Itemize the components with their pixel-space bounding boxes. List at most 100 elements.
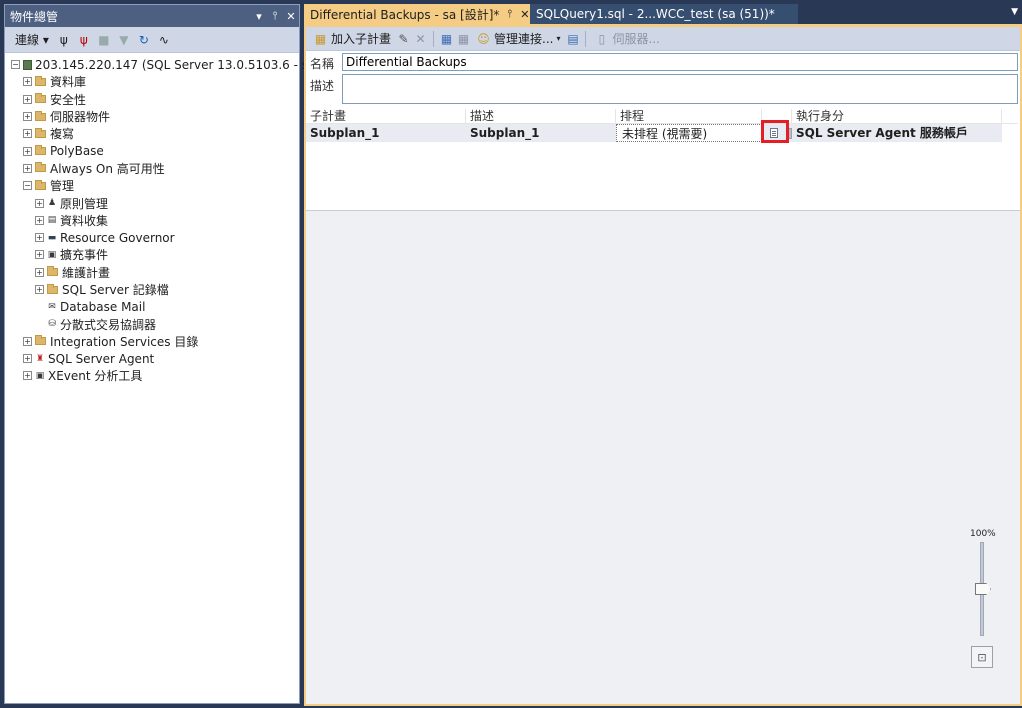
- add-subplan-icon: ▦: [314, 31, 327, 46]
- tab-label: SQLQuery1.sql - 2...WCC_test (sa (51))*: [536, 7, 775, 21]
- expand-icon[interactable]: +: [23, 354, 32, 364]
- delete-icon[interactable]: ✕: [413, 31, 428, 46]
- refresh-icon[interactable]: ↻: [137, 33, 151, 47]
- auto-hide-pin-icon[interactable]: ⫯: [267, 9, 283, 23]
- plan-name-input[interactable]: [342, 53, 1018, 71]
- zoom-slider-thumb[interactable]: [975, 583, 991, 595]
- expand-icon[interactable]: +: [35, 250, 44, 260]
- plan-description-input[interactable]: [342, 74, 1018, 104]
- tree-node[interactable]: + 複寫: [5, 125, 299, 142]
- subplan-properties-icon[interactable]: ✎: [396, 31, 411, 46]
- column-header-description[interactable]: 描述: [466, 109, 616, 123]
- tree-node[interactable]: + 資料庫: [5, 73, 299, 90]
- tree-node-label: 分散式交易協調器: [60, 317, 157, 332]
- tree-node-label: 原則管理: [60, 196, 109, 211]
- reporting-logging-icon[interactable]: ▤: [565, 31, 580, 46]
- tree-node-label: 管理: [50, 179, 75, 194]
- tree-node-label: 複寫: [50, 127, 75, 142]
- column-header-schedule[interactable]: 排程: [616, 109, 762, 123]
- expand-icon[interactable]: +: [23, 94, 32, 104]
- tree-node[interactable]: + 伺服器物件: [5, 108, 299, 125]
- pin-icon[interactable]: ⫯: [507, 7, 512, 21]
- tree-node[interactable]: ✉ Database Mail: [5, 298, 299, 315]
- expand-icon[interactable]: +: [23, 129, 32, 139]
- tree-node-label: 伺服器物件: [50, 110, 111, 125]
- document-tab-strip: Differential Backups - sa [設計]* ⫯ ✕ SQLQ…: [304, 4, 1022, 24]
- tree-node-label: 資料收集: [60, 213, 109, 228]
- expand-icon[interactable]: +: [35, 233, 44, 243]
- tab-sqlquery1[interactable]: SQLQuery1.sql - 2...WCC_test (sa (51))*: [530, 4, 798, 24]
- expand-icon[interactable]: +: [23, 371, 32, 381]
- subplan-name-cell[interactable]: Subplan_1: [306, 124, 466, 142]
- window-position-icon[interactable]: ▾: [251, 10, 267, 23]
- tree-node[interactable]: + Integration Services 目錄: [5, 333, 299, 350]
- tree-node[interactable]: + 維護計畫: [5, 264, 299, 281]
- dtc-icon: ⛁: [48, 319, 56, 330]
- tree-node[interactable]: + ▤ 資料收集: [5, 212, 299, 229]
- activity-monitor-icon[interactable]: ∿: [157, 33, 171, 47]
- dropdown-arrow-icon[interactable]: ▾: [556, 34, 560, 43]
- expand-icon[interactable]: +: [23, 163, 32, 173]
- database-mail-icon: ✉: [48, 301, 56, 312]
- tree-node-label: SQL Server Agent: [48, 351, 155, 366]
- zoom-slider[interactable]: [975, 542, 991, 636]
- zoom-control: 100% ⊡: [970, 529, 996, 668]
- tree-node[interactable]: − 管理: [5, 177, 299, 194]
- manage-connections-button[interactable]: ☺ 管理連接... ▾: [473, 30, 563, 47]
- column-header-run-as[interactable]: 執行身分: [792, 109, 1002, 123]
- table-row[interactable]: Subplan_1 Subplan_1 未排程 (視需要) SQL Server…: [306, 120, 1002, 143]
- tree-node-label: Resource Governor: [60, 230, 175, 245]
- zoom-level-label: 100%: [970, 529, 996, 539]
- expand-icon[interactable]: +: [23, 336, 32, 346]
- document-area: Differential Backups - sa [設計]* ⫯ ✕ SQLQ…: [304, 4, 1022, 708]
- add-subplan-button[interactable]: ▦ 加入子計畫: [310, 30, 394, 47]
- connect-button[interactable]: 連線 ▾: [13, 31, 51, 48]
- collapse-icon[interactable]: −: [11, 60, 20, 70]
- tree-node-label: Database Mail: [60, 299, 146, 314]
- tree-node[interactable]: + ♟ 原則管理: [5, 194, 299, 211]
- expand-icon[interactable]: +: [35, 285, 44, 294]
- tree-node[interactable]: + ▣ XEvent 分析工具: [5, 367, 299, 384]
- subplan-description-cell[interactable]: Subplan_1: [466, 124, 616, 142]
- subplan-run-as-cell[interactable]: SQL Server Agent 服務帳戶: [792, 124, 1002, 142]
- collapse-icon[interactable]: −: [23, 181, 32, 191]
- tree-node[interactable]: ⛁ 分散式交易協調器: [5, 315, 299, 332]
- designer-toolbar: ▦ 加入子計畫 ✎ ✕ ▦ ▦ ☺ 管理連接... ▾ ▤ ▯ 伺服器...: [306, 27, 1020, 51]
- connect-plug-icon[interactable]: ψ: [57, 33, 71, 47]
- tab-differential-backups[interactable]: Differential Backups - sa [設計]* ⫯ ✕: [304, 4, 530, 24]
- disconnect-plug-icon[interactable]: ψ: [77, 33, 91, 47]
- expand-icon[interactable]: +: [35, 215, 44, 225]
- stop-icon[interactable]: ■: [97, 33, 111, 47]
- tree-node[interactable]: + 安全性: [5, 91, 299, 108]
- servers-button[interactable]: ▯ 伺服器...: [591, 30, 662, 47]
- schedule-grid-icon[interactable]: ▦: [439, 31, 454, 46]
- tree-node[interactable]: + Always On 高可用性: [5, 160, 299, 177]
- tab-overflow-icon[interactable]: ▼: [1011, 7, 1018, 17]
- folder-icon: [35, 93, 46, 104]
- tree-node[interactable]: + ▣ 擴充事件: [5, 246, 299, 263]
- tab-close-icon[interactable]: ✕: [520, 8, 529, 21]
- expand-icon[interactable]: +: [23, 112, 32, 122]
- expand-icon[interactable]: +: [23, 77, 32, 87]
- tree-node[interactable]: + ♜ SQL Server Agent: [5, 350, 299, 367]
- remove-schedule-icon[interactable]: ▦: [456, 31, 471, 46]
- folder-icon: [47, 283, 58, 294]
- tree-node[interactable]: − 203.145.220.147 (SQL Server 13.0.5103.6…: [5, 56, 320, 73]
- zoom-to-fit-icon[interactable]: ⊡: [971, 646, 993, 668]
- filter-icon[interactable]: ▼: [117, 33, 131, 47]
- expand-icon[interactable]: +: [35, 198, 44, 208]
- object-explorer-tree: − 203.145.220.147 (SQL Server 13.0.5103.6…: [5, 53, 320, 385]
- tree-node[interactable]: + PolyBase: [5, 142, 299, 159]
- subplan-schedule-icon[interactable]: [770, 128, 778, 138]
- column-header-subplan[interactable]: 子計畫: [306, 109, 466, 123]
- close-icon[interactable]: ✕: [283, 10, 299, 23]
- tree-node[interactable]: + ▬ Resource Governor: [5, 229, 299, 246]
- tree-node-label: 資料庫: [50, 75, 87, 90]
- subplan-schedule-cell[interactable]: 未排程 (視需要): [616, 124, 762, 142]
- xevent-icon: ▣: [35, 370, 45, 381]
- manage-connections-icon: ☺: [477, 31, 490, 46]
- expand-icon[interactable]: +: [35, 267, 44, 277]
- tree-node-label: Integration Services 目錄: [50, 334, 199, 349]
- tree-node[interactable]: + SQL Server 記錄檔: [5, 281, 299, 298]
- expand-icon[interactable]: +: [23, 146, 32, 156]
